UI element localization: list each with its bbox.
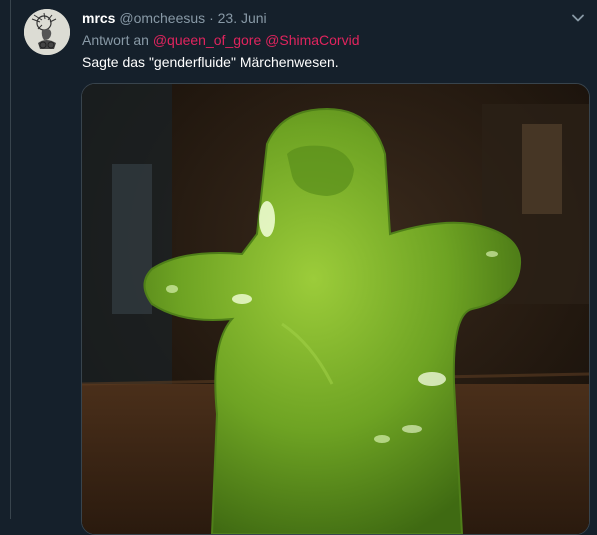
separator: ·: [209, 10, 214, 26]
mention-link[interactable]: @ShimaCorvid: [265, 32, 359, 48]
chevron-down-icon[interactable]: [570, 10, 586, 26]
reply-context: Antwort an @queen_of_gore @ShimaCorvid: [82, 31, 360, 49]
tweet-text: Sagte das "genderfluide" Märchenwesen.: [82, 54, 339, 70]
reply-prefix: Antwort an: [82, 32, 149, 48]
mention-link[interactable]: @queen_of_gore: [153, 32, 261, 48]
display-name[interactable]: mrcs: [82, 10, 115, 26]
tweet-media[interactable]: [81, 83, 590, 535]
jelly-figure-image: [82, 84, 589, 534]
user-handle[interactable]: @omcheesus: [119, 10, 205, 26]
tweet-date[interactable]: 23. Juni: [218, 10, 267, 26]
tweet[interactable]: mrcs @omcheesus · 23. Juni Antwort an @q…: [0, 0, 597, 535]
avatar[interactable]: [24, 9, 70, 55]
tweet-header: mrcs @omcheesus · 23. Juni: [82, 9, 267, 27]
